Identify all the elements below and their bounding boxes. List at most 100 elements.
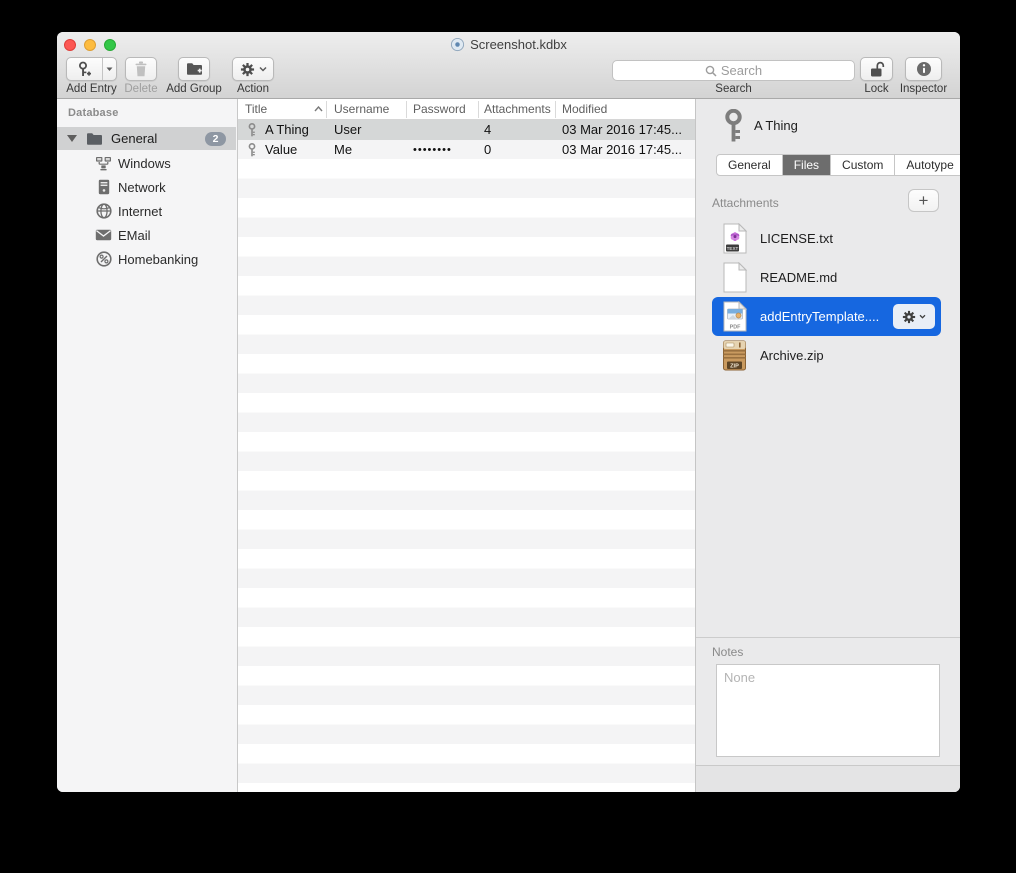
column-header-username[interactable]: Username — [334, 102, 389, 116]
plus-icon: + — [919, 192, 929, 209]
add-entry-dropdown-arrow[interactable] — [103, 58, 116, 80]
attachment-row-readme[interactable]: README.md — [712, 258, 941, 297]
key-plus-icon[interactable] — [67, 58, 102, 80]
entry-count-badge: 2 — [205, 132, 226, 146]
inspector-tabs: General Files Custom Autotype — [716, 154, 960, 176]
entry-row-value[interactable]: Value Me •••••••• 0 03 Mar 2016 17:45... — [238, 140, 695, 160]
chevron-down-icon — [919, 314, 926, 319]
envelope-icon — [95, 229, 112, 241]
sidebar-item-network[interactable]: Network — [57, 175, 237, 199]
sidebar-item-homebanking[interactable]: Homebanking — [57, 247, 237, 271]
add-group-button[interactable] — [178, 57, 210, 81]
sidebar-item-label: Network — [118, 180, 166, 195]
svg-text:PDF: PDF — [729, 325, 740, 331]
key-icon — [247, 123, 257, 137]
action-button[interactable] — [232, 57, 274, 81]
percent-icon — [95, 251, 112, 267]
trash-icon — [134, 61, 148, 77]
toolbar-item-add-group: Add Group — [178, 57, 210, 81]
lock-label: Lock — [864, 83, 888, 95]
sidebar-item-windows[interactable]: Windows — [57, 151, 237, 175]
add-attachment-button[interactable]: + — [908, 189, 939, 212]
sidebar-item-label: Windows — [118, 156, 171, 171]
globe-icon — [95, 203, 112, 219]
column-header-modified[interactable]: Modified — [562, 102, 607, 116]
toolbar-item-lock: Lock — [860, 57, 893, 81]
window-title-text: Screenshot.kdbx — [470, 37, 567, 52]
column-header-title[interactable]: Title — [245, 102, 267, 116]
add-entry-label: Add Entry — [66, 83, 117, 95]
attachment-list: TEXT LICENSE.txt README.md — [712, 219, 941, 375]
folder-plus-icon — [186, 62, 203, 76]
notes-section-label: Notes — [712, 645, 743, 659]
attachment-row-archive[interactable]: ZIP Archive.zip — [712, 336, 941, 375]
text-file-icon: TEXT — [721, 223, 748, 254]
svg-text:ZIP: ZIP — [730, 363, 739, 369]
sidebar-section-header: Database — [68, 107, 119, 119]
sidebar-item-label: Homebanking — [118, 252, 198, 267]
notes-textarea[interactable]: None — [716, 664, 940, 757]
attachment-row-addentrytemplate[interactable]: PDF addEntryTemplate.... — [712, 297, 941, 336]
inspector-label: Inspector — [900, 83, 947, 95]
notes-placeholder: None — [724, 670, 755, 685]
window-chrome: Screenshot.kdbx Add Entry — [57, 32, 960, 99]
attachment-name: addEntryTemplate.... — [760, 309, 879, 324]
tab-custom[interactable]: Custom — [831, 155, 895, 175]
entry-row-a-thing[interactable]: A Thing User 4 03 Mar 2016 17:45... — [238, 120, 695, 140]
toolbar-item-delete: Delete — [125, 57, 157, 81]
add-entry-button[interactable] — [66, 57, 117, 81]
attachment-actions-button[interactable] — [893, 304, 935, 329]
sidebar-item-label: Internet — [118, 204, 162, 219]
inspector-entry-title: A Thing — [754, 118, 798, 133]
delete-button[interactable] — [125, 57, 157, 81]
sidebar-item-internet[interactable]: Internet — [57, 199, 237, 223]
window-title: Screenshot.kdbx — [57, 36, 960, 53]
sort-ascending-icon — [314, 106, 323, 112]
attachment-name: LICENSE.txt — [760, 231, 833, 246]
disclosure-triangle-icon[interactable] — [67, 135, 77, 142]
server-icon — [95, 179, 112, 195]
gear-icon — [902, 310, 916, 324]
blank-file-icon — [721, 262, 748, 293]
toolbar-item-inspector: Inspector — [905, 57, 942, 81]
flower-thumbnail — [730, 232, 739, 241]
sidebar-item-label: EMail — [118, 228, 151, 243]
lock-button[interactable] — [860, 57, 893, 81]
sidebar-item-general[interactable]: General 2 — [57, 127, 236, 150]
cell-attachments: 0 — [484, 140, 491, 160]
attachment-name: Archive.zip — [760, 348, 824, 363]
chevron-down-icon — [259, 65, 267, 73]
document-proxy-icon — [450, 37, 465, 52]
cell-modified: 03 Mar 2016 17:45... — [562, 140, 682, 160]
tab-general[interactable]: General — [717, 155, 783, 175]
open-padlock-icon — [869, 61, 885, 78]
workgroup-icon — [95, 156, 112, 171]
sidebar-item-email[interactable]: EMail — [57, 223, 237, 247]
tab-autotype[interactable]: Autotype — [895, 155, 960, 175]
attachment-name: README.md — [760, 270, 837, 285]
attachment-row-license[interactable]: TEXT LICENSE.txt — [712, 219, 941, 258]
svg-text:TEXT: TEXT — [726, 246, 738, 251]
cell-title: Value — [265, 140, 297, 160]
toolbar-item-search: Search — [612, 57, 855, 81]
gear-icon — [240, 62, 255, 77]
cell-attachments: 4 — [484, 120, 491, 140]
entry-table: Title Username Password Attachments Modi… — [238, 99, 695, 792]
tab-files[interactable]: Files — [783, 155, 831, 175]
cell-title: A Thing — [265, 120, 309, 140]
toolbar-item-action: Action — [232, 57, 274, 81]
entry-table-body: A Thing User 4 03 Mar 2016 17:45... — [238, 120, 695, 792]
delete-label: Delete — [124, 83, 157, 95]
inspector-bottom-bar — [696, 765, 960, 792]
group-sidebar: Database General 2 — [57, 99, 238, 792]
column-header-password[interactable]: Password — [413, 102, 466, 116]
zip-file-icon: ZIP — [721, 340, 748, 371]
inspector-panel: A Thing General Files Custom Autotype At… — [695, 99, 960, 792]
main-content: Database General 2 — [57, 99, 960, 792]
info-icon — [916, 61, 932, 77]
key-icon — [247, 143, 257, 157]
cell-username: Me — [334, 140, 352, 160]
cell-username: User — [334, 120, 361, 140]
inspector-button[interactable] — [905, 57, 942, 81]
column-header-attachments[interactable]: Attachments — [484, 102, 551, 116]
